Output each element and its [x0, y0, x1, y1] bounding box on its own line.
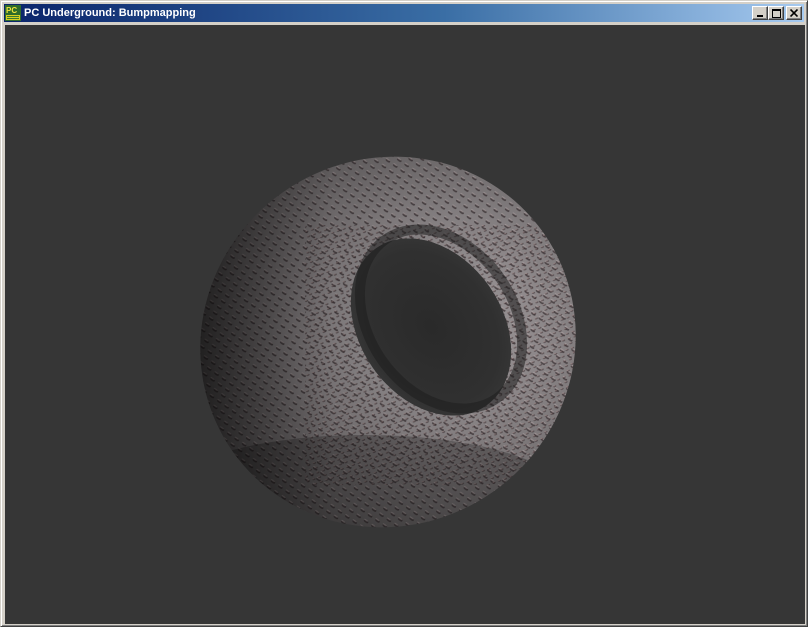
minimize-icon — [757, 15, 763, 17]
close-button[interactable] — [786, 6, 802, 20]
window-title: PC Underground: Bumpmapping — [24, 7, 196, 19]
minimize-button[interactable] — [752, 6, 768, 20]
pc-underground-icon[interactable]: PC — [5, 5, 21, 21]
svg-text:PC: PC — [6, 6, 17, 15]
app-window: PC PC Underground: Bumpmapping — [0, 0, 808, 627]
window-controls — [752, 6, 802, 20]
close-icon — [790, 9, 798, 17]
torus-scene — [165, 145, 605, 555]
render-viewport[interactable] — [5, 25, 805, 624]
title-bar[interactable]: PC PC Underground: Bumpmapping — [4, 4, 804, 22]
maximize-button[interactable] — [768, 6, 784, 20]
maximize-icon — [771, 8, 781, 18]
